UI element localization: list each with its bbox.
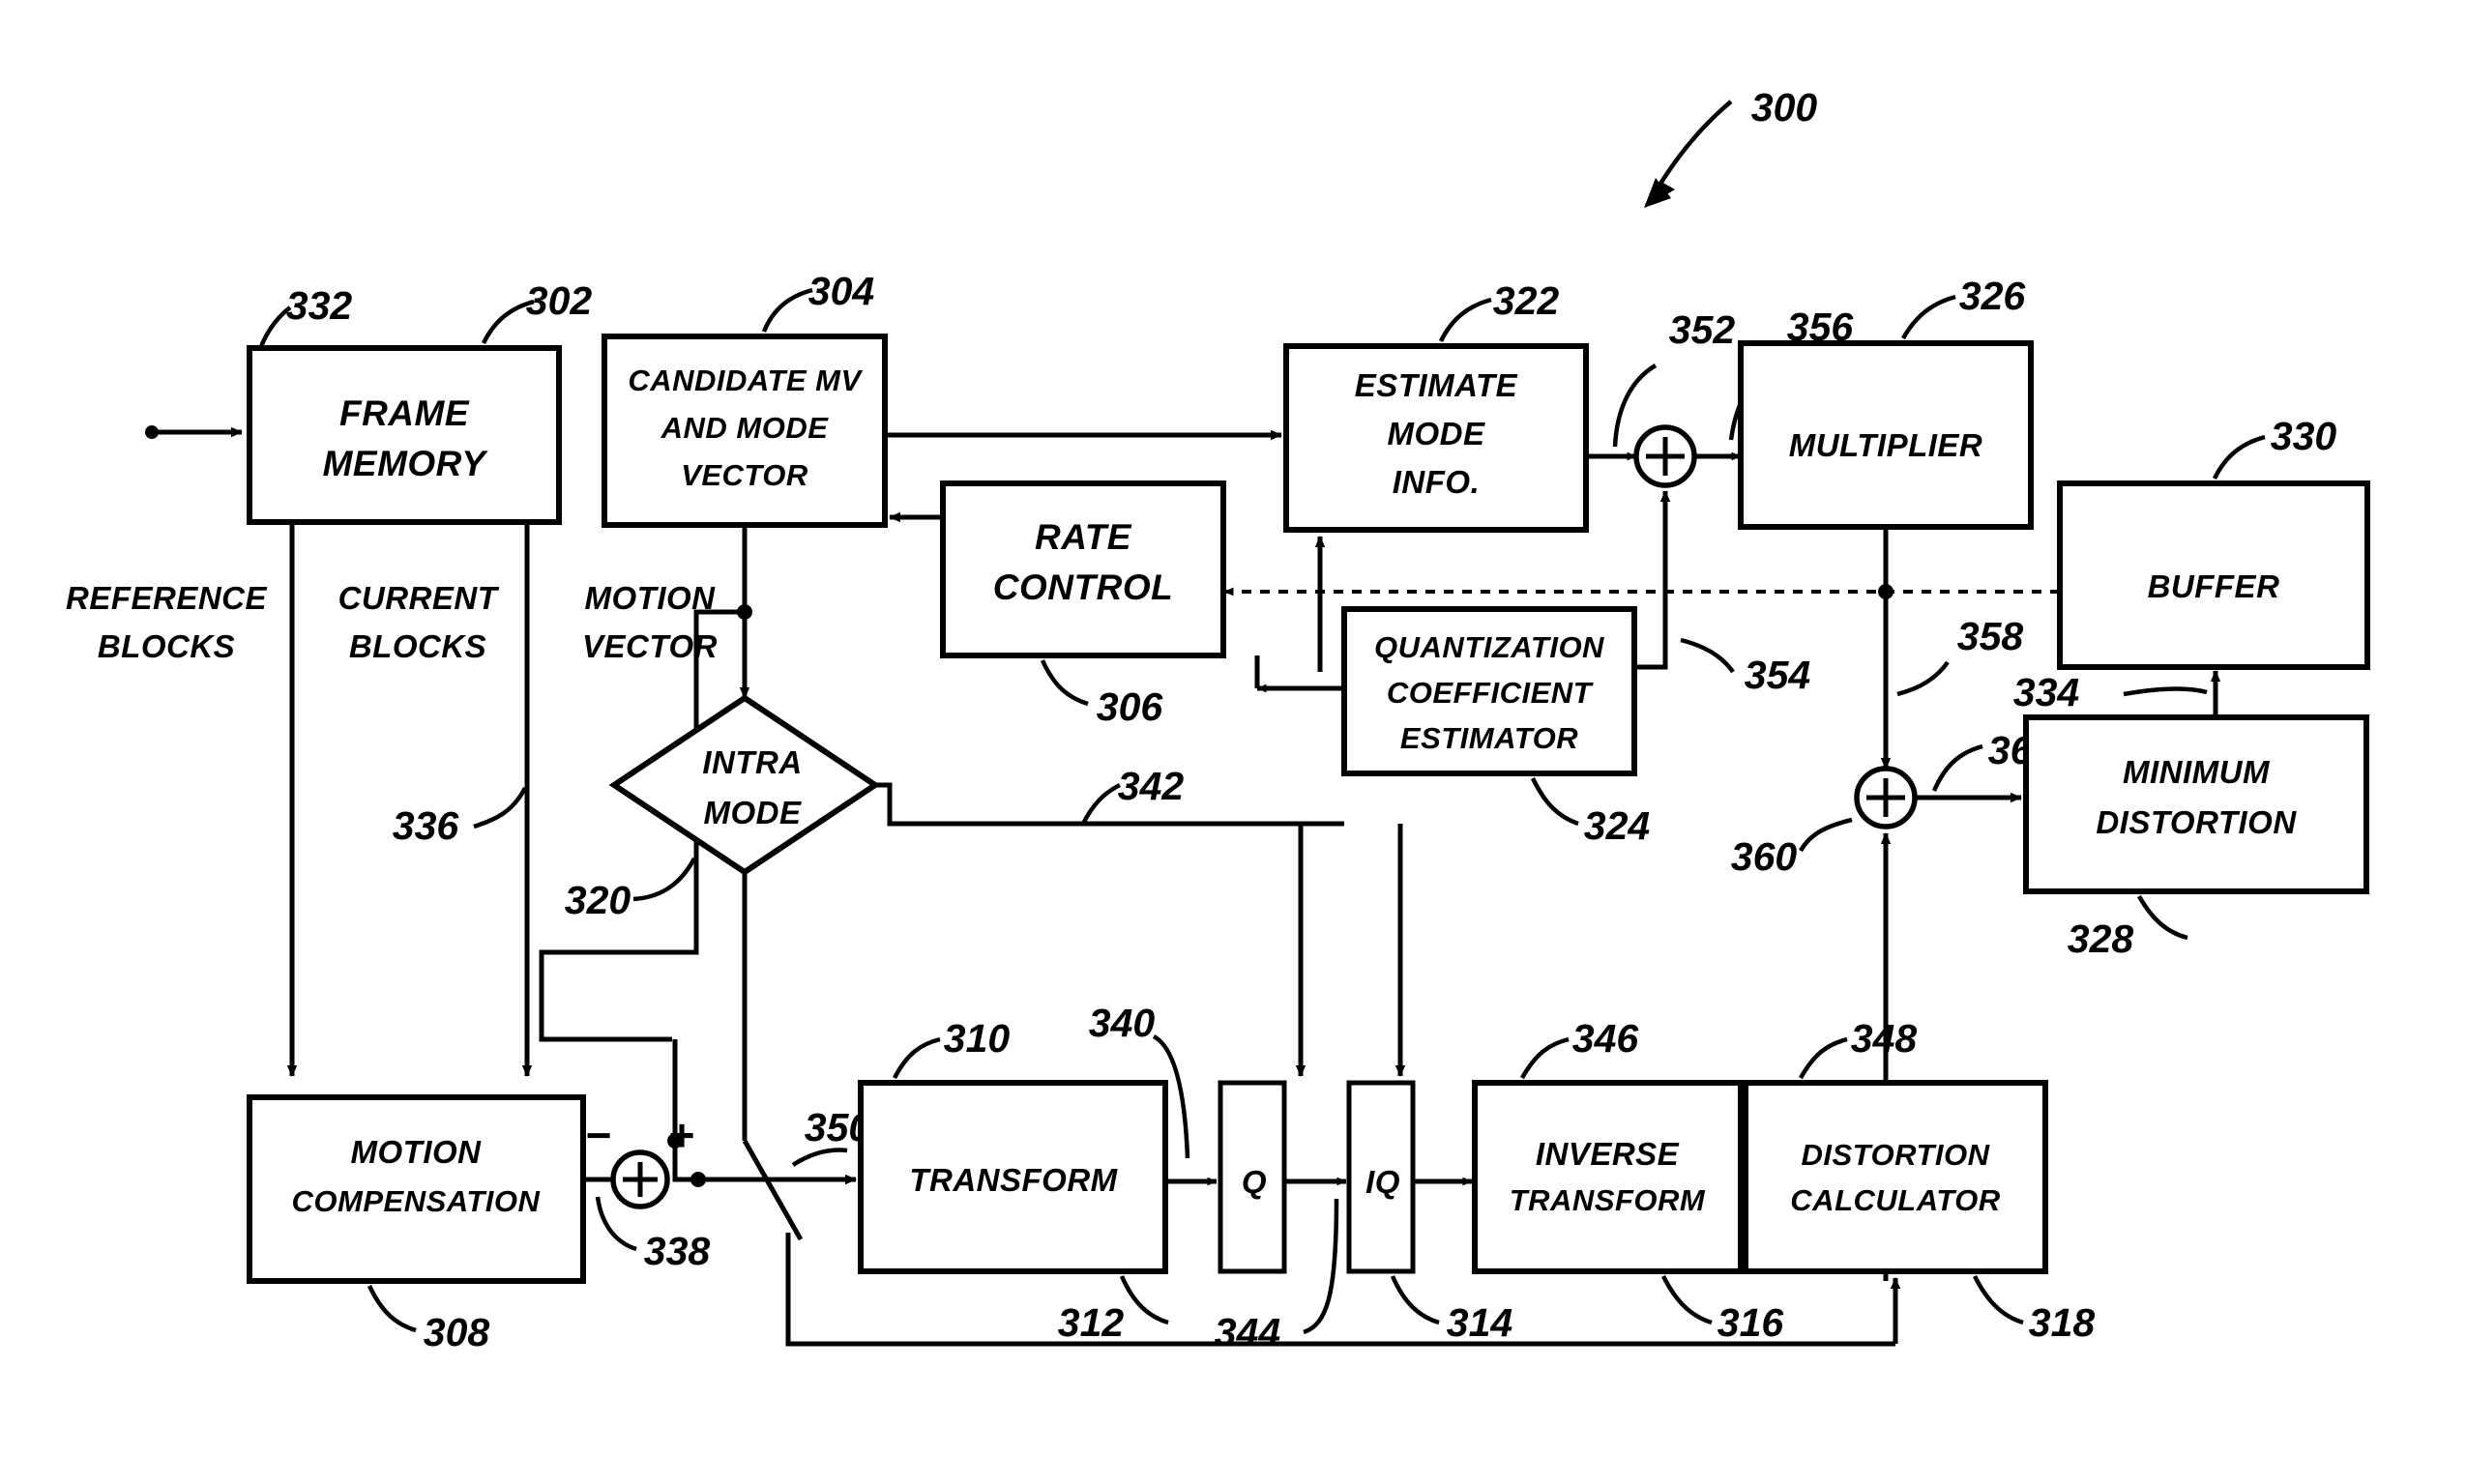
candidate-label-line3: VECTOR — [681, 458, 808, 492]
invtransform-label-line2: TRANSFORM — [1510, 1183, 1706, 1217]
ref-304: 304 — [808, 269, 875, 313]
ref-362-leader — [1931, 743, 1983, 792]
ref-360: 360 — [1731, 834, 1798, 879]
ref-354-leader — [1680, 637, 1735, 674]
quant-label-line1: QUANTIZATION — [1374, 630, 1604, 664]
ref-322: 322 — [1493, 278, 1560, 323]
ref-306: 306 — [1097, 684, 1164, 729]
candidate-label-line2: AND MODE — [661, 411, 830, 445]
ref-344-leader — [1303, 1198, 1339, 1335]
rate-control-label-line1: RATE — [1035, 517, 1132, 557]
buffer-label: BUFFER — [2148, 568, 2280, 604]
ref-346: 346 — [1572, 1016, 1640, 1061]
frame-memory-label-line2: MEMORY — [323, 444, 489, 483]
ref-326: 326 — [1959, 274, 2027, 318]
ref-332: 332 — [286, 283, 353, 328]
motioncomp-label-line1: MOTION — [351, 1134, 483, 1170]
distcalc-label-line1: DISTORTION — [1801, 1138, 1989, 1172]
ref-336-leader — [473, 786, 527, 829]
ref-344: 344 — [1215, 1310, 1281, 1354]
multiplier-label: MULTIPLIER — [1789, 427, 1983, 463]
ref-324-leader — [1530, 777, 1579, 827]
transform-label: TRANSFORM — [909, 1162, 1118, 1198]
ref-358-leader — [1896, 660, 1950, 697]
ref-358: 358 — [1957, 614, 2024, 658]
ref-330-leader — [2212, 434, 2266, 480]
quant-label-line2: COEFFICIENT — [1387, 676, 1595, 710]
mindist-label-line1: MINIMUM — [2123, 754, 2271, 790]
ref-334: 334 — [2013, 670, 2080, 714]
frame-memory-label-line1: FRAME — [339, 393, 470, 433]
ref-322-leader — [1438, 297, 1492, 342]
block-inverse-transform[interactable] — [1472, 1080, 1744, 1274]
ref-320-leader — [632, 857, 696, 902]
ref-348: 348 — [1851, 1016, 1918, 1061]
ref-318: 318 — [2029, 1300, 2096, 1345]
ref-350-leader — [791, 1148, 848, 1167]
mindist-label-line2: DISTORTION — [2096, 804, 2297, 840]
ref-314-leader — [1390, 1275, 1440, 1325]
reference-blocks-label-line2: BLOCKS — [98, 628, 235, 664]
motioncomp-label-line2: COMPENSATION — [292, 1184, 541, 1218]
block-distortion-calculator[interactable] — [1743, 1080, 2048, 1274]
rate-control-label-line2: CONTROL — [993, 567, 1173, 607]
ref-320: 320 — [565, 878, 631, 922]
ref-360-leader — [1799, 817, 1853, 853]
ref-316-leader — [1660, 1274, 1713, 1325]
ref-336: 336 — [393, 803, 460, 848]
intra-mode-label-line1: INTRA — [702, 744, 802, 780]
estimate-label-line1: ESTIMATE — [1355, 367, 1518, 403]
current-blocks-label-line2: BLOCKS — [349, 628, 486, 664]
ref-302: 302 — [526, 278, 593, 323]
ref-340: 340 — [1089, 1001, 1156, 1045]
wire-354-from-quant — [1634, 619, 1668, 670]
input-arrow — [145, 425, 243, 439]
ref-312-leader — [1119, 1275, 1169, 1325]
figure-number-leader — [1644, 100, 1733, 208]
ref-328: 328 — [2068, 917, 2134, 961]
ref-348-leader — [1799, 1036, 1848, 1080]
ref-334-leader — [2123, 686, 2208, 697]
switch-350-blade[interactable] — [742, 1139, 804, 1241]
ref-310: 310 — [944, 1016, 1011, 1061]
ref-318-leader — [1972, 1274, 2024, 1325]
distcalc-label-line2: CALCULATOR — [1790, 1183, 2000, 1217]
block-intra-mode[interactable] — [608, 694, 881, 876]
ref-304-leader — [761, 287, 813, 333]
estimate-label-line2: MODE — [1388, 416, 1485, 451]
minus-sign-338: − — [586, 1110, 612, 1160]
ref-324: 324 — [1584, 803, 1651, 848]
estimate-label-line3: INFO. — [1393, 464, 1481, 500]
candidate-label-line1: CANDIDATE MV — [628, 364, 863, 397]
ref-314: 314 — [1447, 1300, 1513, 1345]
current-blocks-label-line1: CURRENT — [338, 580, 500, 616]
ref-330: 330 — [2271, 414, 2337, 458]
junction-multiplier-buffer — [1878, 584, 1894, 599]
reference-blocks-label-line1: REFERENCE — [66, 580, 268, 616]
intra-mode-label-line2: MODE — [704, 795, 802, 830]
ref-352: 352 — [1669, 307, 1736, 352]
ref-308-leader — [367, 1285, 417, 1333]
ref-312: 312 — [1058, 1300, 1125, 1345]
ref-310-leader — [893, 1036, 941, 1080]
figure-number: 300 — [1751, 85, 1818, 130]
ref-346-leader — [1520, 1036, 1570, 1080]
block-frame-memory[interactable] — [247, 345, 562, 525]
patent-figure-canvas: 300 332 FRAME MEMORY 302 CANDIDATE MV AN… — [0, 0, 2466, 1484]
ref-316: 316 — [1717, 1300, 1785, 1345]
iq-label: IQ — [1365, 1164, 1400, 1200]
block-diagram-svg: 300 332 FRAME MEMORY 302 CANDIDATE MV AN… — [66, 85, 2370, 1354]
ref-354: 354 — [1745, 653, 1811, 697]
invtransform-label-line1: INVERSE — [1536, 1136, 1680, 1172]
ref-342: 342 — [1118, 764, 1185, 808]
ref-306-leader — [1040, 659, 1089, 707]
q-label: Q — [1242, 1164, 1267, 1200]
ref-338: 338 — [644, 1229, 711, 1273]
ref-342-leader — [1080, 782, 1122, 826]
ref-326-leader — [1901, 294, 1956, 340]
ref-328-leader — [2137, 894, 2188, 941]
quant-label-line3: ESTIMATOR — [1400, 721, 1578, 755]
ref-308: 308 — [424, 1310, 490, 1354]
